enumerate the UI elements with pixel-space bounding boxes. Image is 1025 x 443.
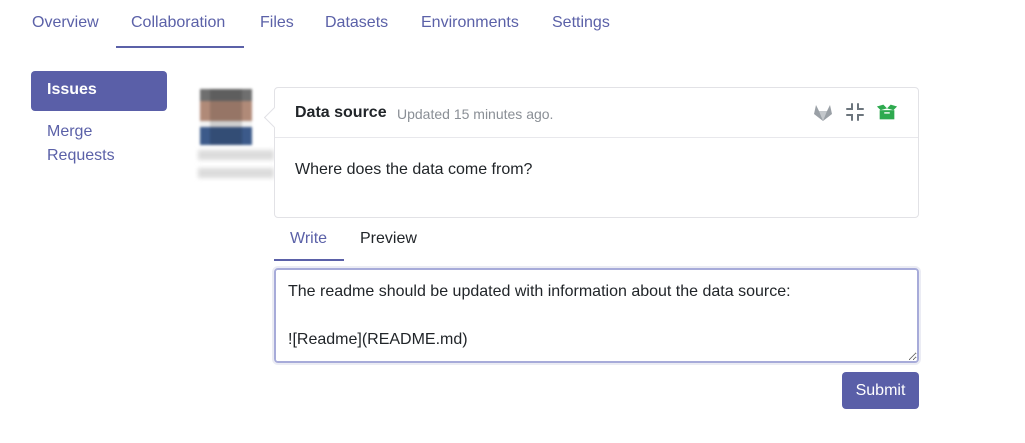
tab-write[interactable]: Write — [274, 230, 344, 261]
issue-card-header: Data source Updated 15 minutes ago. — [275, 88, 918, 138]
sidebar-item-issues[interactable]: Issues — [31, 71, 167, 111]
issue-card: Data source Updated 15 minutes ago. Wher… — [263, 87, 919, 218]
tab-environments[interactable]: Environments — [421, 14, 519, 48]
issue-title: Data source — [295, 104, 387, 121]
gitlab-icon[interactable] — [812, 101, 834, 123]
submit-button[interactable]: Submit — [842, 372, 919, 409]
comment-textarea[interactable]: The readme should be updated with inform… — [274, 268, 919, 363]
tab-preview[interactable]: Preview — [360, 230, 417, 261]
tab-files[interactable]: Files — [260, 14, 294, 48]
avatar — [200, 89, 252, 145]
collapse-icon[interactable] — [844, 101, 866, 123]
tab-overview[interactable]: Overview — [32, 14, 99, 48]
issue-actions — [812, 101, 898, 123]
open-box-icon[interactable] — [876, 101, 898, 123]
tab-collaboration[interactable]: Collaboration — [116, 14, 244, 48]
tab-datasets[interactable]: Datasets — [325, 14, 388, 48]
issue-updated-time: Updated 15 minutes ago. — [397, 106, 554, 122]
author-name-blurred — [198, 150, 274, 160]
sidebar-item-merge-requests[interactable]: Merge Requests — [47, 120, 157, 168]
author-handle-blurred — [198, 168, 274, 178]
issue-body: Where does the data come from? — [295, 161, 533, 178]
tab-settings[interactable]: Settings — [552, 14, 610, 48]
top-navigation: Overview Collaboration Files Datasets En… — [0, 0, 1025, 48]
